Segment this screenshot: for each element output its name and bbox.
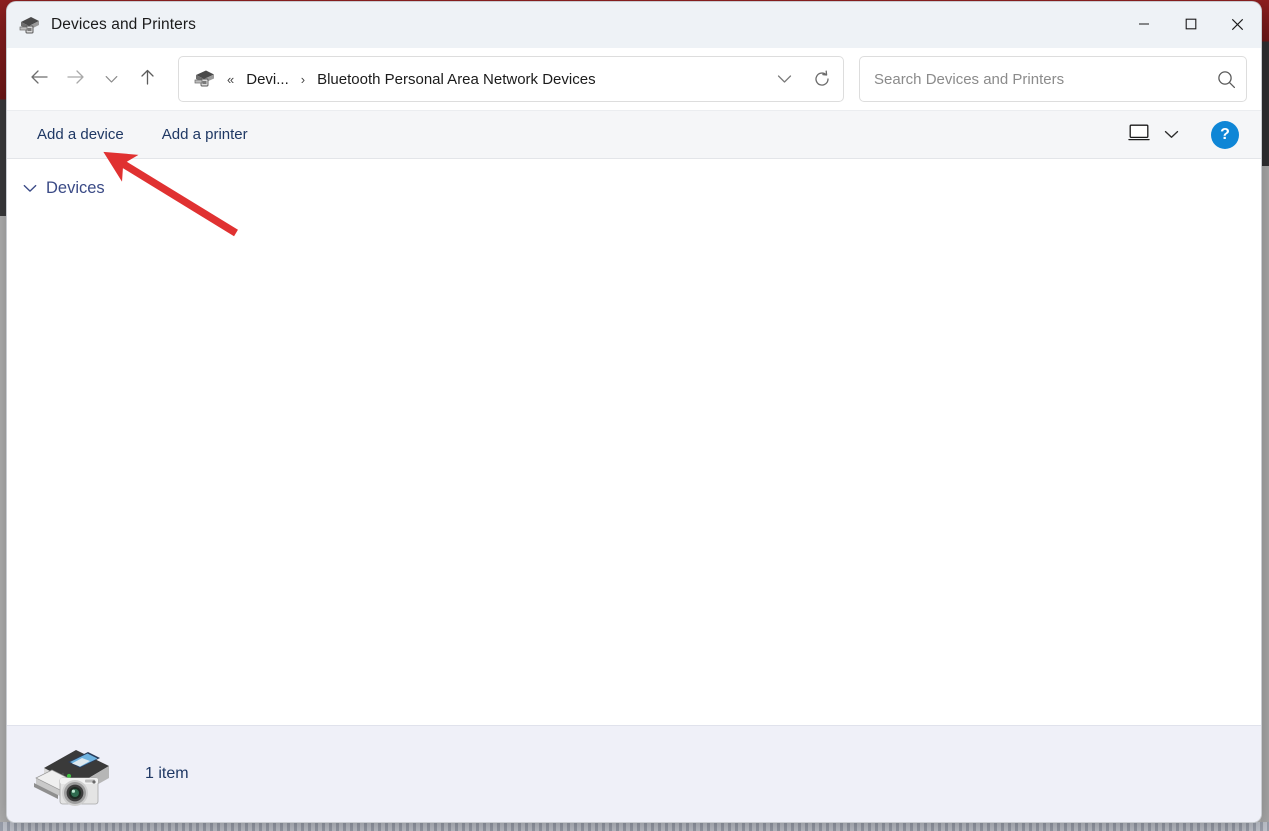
maximize-icon — [1185, 18, 1197, 32]
desktop-right-strip — [1261, 0, 1269, 831]
up-button[interactable] — [129, 62, 165, 96]
back-button[interactable] — [21, 62, 57, 96]
window-controls — [1120, 2, 1261, 48]
chevron-down-icon — [777, 75, 791, 83]
view-options-button[interactable] — [1122, 119, 1185, 151]
printer-icon — [17, 14, 43, 36]
recent-locations-button[interactable] — [93, 62, 129, 96]
view-monitor-icon — [1128, 123, 1150, 147]
breadcrumb-item-0[interactable]: Devi... — [243, 68, 292, 91]
chevron-down-icon[interactable] — [20, 184, 40, 193]
status-bar: 1 item — [7, 725, 1261, 822]
minimize-icon — [1138, 18, 1150, 32]
breadcrumb-overflow[interactable]: « — [227, 72, 234, 87]
chevron-down-icon — [1164, 128, 1179, 142]
forward-button[interactable] — [57, 62, 93, 96]
search-icon — [1217, 70, 1235, 88]
window-title: Devices and Printers — [51, 16, 197, 33]
breadcrumb-separator-0[interactable]: › — [301, 72, 305, 87]
photo-printer-camera-icon — [29, 736, 115, 812]
address-printer-icon — [191, 68, 219, 90]
content-area: Devices — [7, 159, 1261, 725]
back-arrow-icon — [30, 69, 49, 89]
command-toolbar: Add a device Add a printer ? — [7, 110, 1261, 159]
search-input[interactable] — [860, 69, 1206, 89]
devices-group-label: Devices — [46, 179, 105, 197]
screen-root: Devices and Printers « Devi... › Bluetoo… — [0, 0, 1269, 831]
navigation-bar: « Devi... › Bluetooth Personal Area Netw… — [7, 48, 1261, 110]
chevron-down-icon — [105, 73, 118, 86]
add-a-printer-button[interactable]: Add a printer — [150, 120, 260, 149]
address-bar[interactable]: « Devi... › Bluetooth Personal Area Netw… — [178, 56, 844, 102]
add-a-device-button[interactable]: Add a device — [25, 120, 136, 149]
breadcrumb-item-1[interactable]: Bluetooth Personal Area Network Devices — [314, 68, 598, 91]
refresh-icon — [815, 70, 829, 86]
title-bar: Devices and Printers — [7, 2, 1261, 48]
arrow-up-icon — [139, 68, 156, 90]
refresh-button[interactable] — [805, 62, 839, 96]
search-box[interactable] — [859, 56, 1247, 102]
search-button[interactable] — [1206, 59, 1246, 99]
devices-group-header[interactable]: Devices — [20, 179, 1261, 198]
close-button[interactable] — [1214, 2, 1261, 48]
desktop-taskbar — [0, 822, 1269, 831]
minimize-button[interactable] — [1120, 2, 1167, 48]
item-count-label: 1 item — [145, 765, 189, 782]
close-icon — [1231, 18, 1244, 33]
forward-arrow-icon — [66, 69, 85, 89]
devices-and-printers-window: Devices and Printers « Devi... › Bluetoo… — [7, 2, 1261, 822]
maximize-button[interactable] — [1167, 2, 1214, 48]
address-dropdown-button[interactable] — [767, 62, 801, 96]
help-button[interactable]: ? — [1211, 120, 1239, 149]
